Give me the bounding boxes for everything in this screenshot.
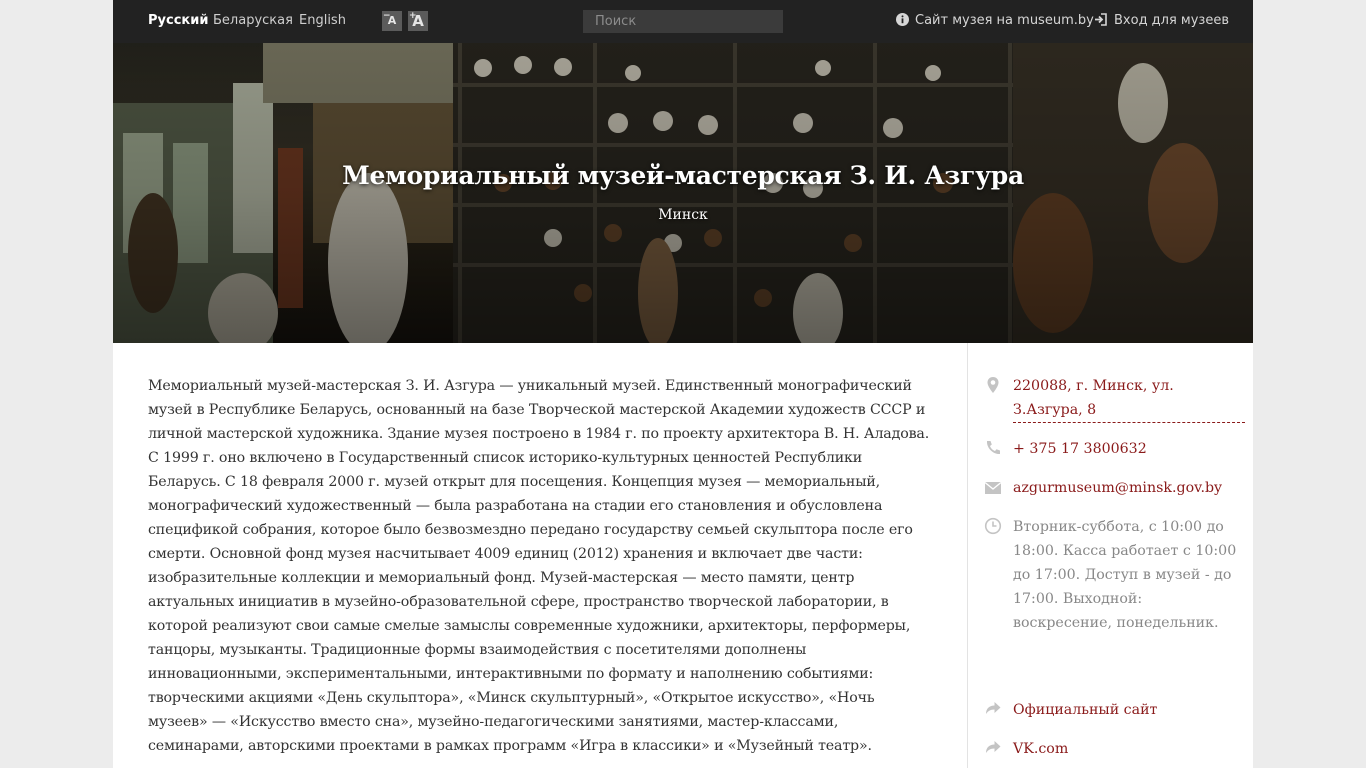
museum-site-link[interactable]: Сайт музея на museum.by	[896, 13, 1094, 28]
official-site-row: Официальный сайт	[968, 698, 1253, 722]
email-link[interactable]: azgurmuseum@minsk.gov.by	[1013, 476, 1245, 500]
museum-city: Минск	[658, 207, 708, 223]
share-arrow-icon	[986, 741, 1001, 753]
phone-link[interactable]: + 375 17 3800632	[1013, 437, 1245, 461]
contact-sidebar: 220088, г. Минск, ул. З.Азгура, 8 + 375 …	[967, 343, 1253, 768]
minus-icon: −	[383, 11, 391, 21]
hours-row: Вторник-суббота, с 10:00 до 18:00. Касса…	[968, 515, 1253, 685]
lang-belarusian[interactable]: Беларуская	[213, 13, 293, 28]
hero-photo	[113, 43, 1253, 343]
location-pin-icon	[987, 377, 999, 393]
login-link[interactable]: Вход для музеев	[1094, 13, 1229, 28]
official-site-link[interactable]: Официальный сайт	[1013, 698, 1245, 722]
info-icon	[896, 13, 909, 26]
museum-site-label: Сайт музея на museum.by	[915, 13, 1094, 28]
share-arrow-icon	[986, 702, 1001, 714]
vk-link[interactable]: VK.com	[1013, 737, 1245, 761]
login-icon	[1095, 13, 1107, 26]
envelope-icon	[984, 481, 1002, 494]
museum-title: Мемориальный музей-мастерская З. И. Азгу…	[342, 161, 1024, 190]
page: Русский Беларуская English −A +A Сайт му…	[113, 0, 1253, 768]
font-decrease-button[interactable]: − A	[382, 11, 402, 31]
search-input[interactable]	[583, 10, 783, 33]
lang-english[interactable]: English	[299, 13, 346, 28]
email-row: azgurmuseum@minsk.gov.by	[968, 476, 1253, 500]
opening-hours: Вторник-суббота, с 10:00 до 18:00. Касса…	[1013, 519, 1237, 631]
plus-icon: +	[409, 11, 417, 21]
phone-row: + 375 17 3800632	[968, 437, 1253, 461]
museum-description: Мемориальный музей-мастерская З. И. Азгу…	[148, 378, 930, 754]
clock-icon	[984, 517, 1002, 535]
phone-icon	[986, 441, 1000, 455]
top-bar: Русский Беларуская English −A +A Сайт му…	[113, 0, 1253, 43]
vk-row: VK.com	[968, 737, 1253, 761]
address-link[interactable]: 220088, г. Минск, ул. З.Азгура, 8	[1013, 374, 1245, 423]
login-label: Вход для музеев	[1114, 13, 1230, 28]
lang-russian[interactable]: Русский	[148, 13, 208, 28]
address-row: 220088, г. Минск, ул. З.Азгура, 8	[968, 374, 1253, 424]
hero-banner: Мемориальный музей-мастерская З. И. Азгу…	[113, 43, 1253, 343]
font-increase-button[interactable]: + A	[408, 11, 428, 31]
